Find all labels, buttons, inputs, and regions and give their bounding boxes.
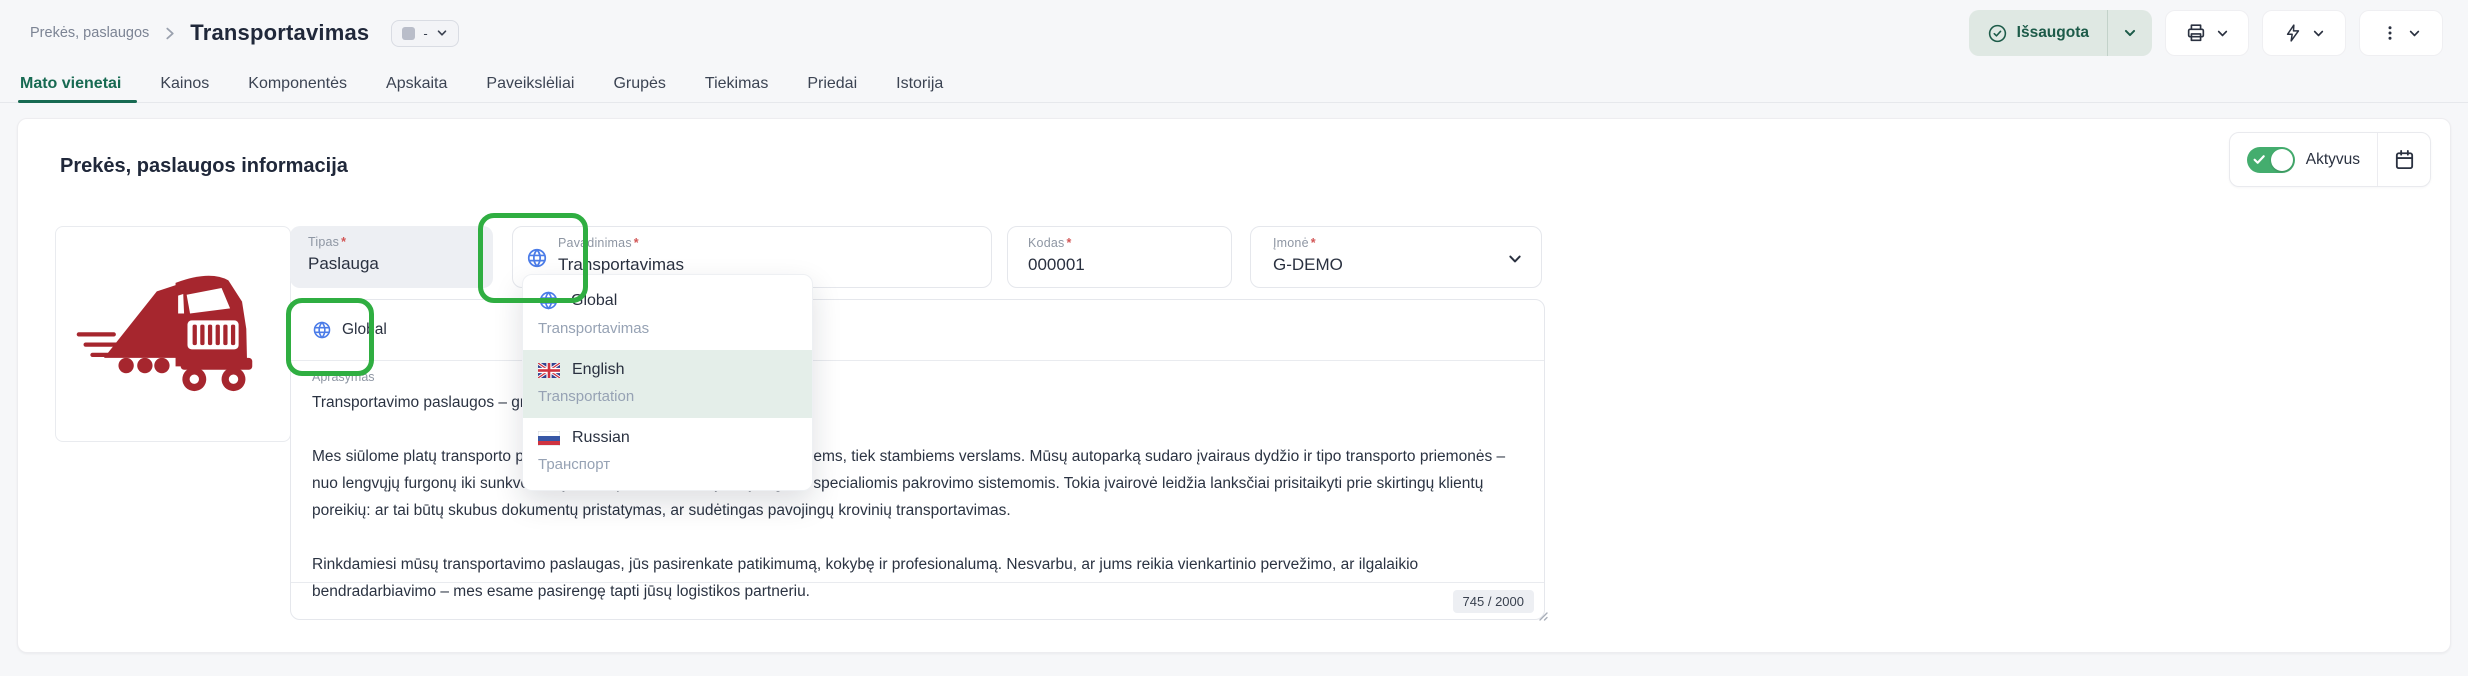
active-toggle-label: Aktyvus [2306, 151, 2360, 169]
company-field-value: G-DEMO [1273, 255, 1343, 275]
printer-icon [2185, 22, 2207, 44]
variant-swatch-icon [402, 27, 415, 40]
tab-priedai[interactable]: Priedai [807, 66, 857, 102]
calendar-icon [2393, 148, 2416, 171]
language-option-english[interactable]: English Transportation [523, 350, 812, 418]
activity-schedule-button[interactable] [2378, 133, 2430, 186]
chevron-down-icon [1507, 251, 1523, 267]
top-bar: Prekės, paslaugos Transportavimas - Išsa… [0, 0, 2468, 66]
company-select[interactable]: Įmonė* G-DEMO [1250, 226, 1542, 288]
saved-split-button[interactable]: Išsaugota [1969, 10, 2152, 56]
lightning-icon [2283, 23, 2303, 43]
language-name: Global [571, 292, 617, 310]
tab-kainos[interactable]: Kainos [160, 66, 209, 102]
description-textarea[interactable]: Aprašymas Transportavimo paslaugos – gre… [291, 361, 1544, 605]
language-name: English [572, 361, 624, 379]
variant-value: - [423, 26, 427, 41]
saved-button-caret[interactable] [2108, 10, 2152, 56]
chevron-down-icon [2123, 26, 2137, 40]
language-option-russian[interactable]: Russian Транспорт [523, 418, 812, 486]
language-option-global[interactable]: Global Transportavimas [523, 279, 812, 350]
red-truck-illustration [75, 257, 271, 411]
description-paragraph: Transportavimo paslaugos – greitas ir sa… [312, 389, 1523, 416]
description-text: Transportavimo paslaugos – greitas ir sa… [312, 389, 1523, 605]
tab-paveiksleliai[interactable]: Paveikslėliai [486, 66, 574, 102]
resize-handle[interactable] [1535, 608, 1548, 621]
type-field-value: Paslauga [308, 254, 379, 274]
tab-apskaita[interactable]: Apskaita [386, 66, 447, 102]
variant-selector[interactable]: - [391, 20, 458, 47]
required-mark: * [634, 236, 639, 250]
description-section: Global Aprašymas Transportavimo paslaugo… [290, 299, 1545, 620]
flag-uk-icon [538, 363, 560, 378]
print-button[interactable] [2165, 10, 2249, 56]
card-title: Prekės, paslaugos informacija [60, 155, 348, 178]
product-info-card: Prekės, paslaugos informacija Aktyvus [17, 118, 2451, 653]
active-toggle-group[interactable]: Aktyvus [2230, 133, 2377, 186]
description-paragraph: Mes siūlome platų transporto priemonių p… [312, 443, 1523, 524]
chevron-down-icon [2216, 27, 2229, 40]
saved-button-label: Išsaugota [2017, 24, 2089, 42]
globe-icon [538, 290, 559, 311]
code-field-label: Kodas [1028, 236, 1064, 250]
actions-button[interactable] [2262, 10, 2346, 56]
code-field-value: 000001 [1028, 255, 1085, 275]
chevron-down-icon [2408, 27, 2421, 40]
active-status-control: Aktyvus [2229, 132, 2431, 187]
tab-mato-vienetai[interactable]: Mato vienetai [20, 66, 121, 102]
toggle-knob [2271, 149, 2293, 171]
code-field[interactable]: Kodas* 000001 [1007, 226, 1232, 288]
tab-bar: Mato vienetai Kainos Komponentės Apskait… [0, 66, 2468, 103]
product-image [55, 226, 291, 442]
description-language-label: Global [342, 321, 387, 339]
breadcrumb-parent-link[interactable]: Prekės, paslaugos [30, 25, 149, 41]
language-translation: Transportation [538, 388, 797, 405]
description-language-button[interactable]: Global [291, 300, 1544, 361]
language-translation: Transportavimas [538, 320, 797, 337]
kebab-menu-icon [2381, 24, 2399, 42]
required-mark: * [1311, 236, 1316, 250]
description-footer: 745 / 2000 [291, 582, 1544, 619]
tab-tiekimas[interactable]: Tiekimas [705, 66, 768, 102]
name-field-label: Pavadinimas [558, 236, 632, 250]
language-translation: Транспорт [538, 456, 797, 473]
active-toggle[interactable] [2247, 147, 2295, 173]
required-mark: * [341, 235, 346, 249]
language-name: Russian [572, 429, 630, 447]
type-field[interactable]: Tipas* Paslauga [290, 226, 493, 288]
tab-grupes[interactable]: Grupės [613, 66, 665, 102]
page-title: Transportavimas [190, 20, 369, 46]
company-field-label: Įmonė [1273, 236, 1309, 250]
tab-komponentes[interactable]: Komponentės [248, 66, 347, 102]
description-label: Aprašymas [312, 370, 1523, 384]
more-menu-button[interactable] [2359, 10, 2443, 56]
character-counter: 745 / 2000 [1453, 590, 1534, 613]
check-icon [2253, 153, 2266, 166]
type-field-label: Tipas [308, 235, 339, 249]
breadcrumb: Prekės, paslaugos Transportavimas - [30, 0, 459, 66]
header-actions: Išsaugota [1969, 10, 2443, 56]
required-mark: * [1066, 236, 1071, 250]
flag-ru-icon [538, 431, 560, 446]
chevron-down-icon [2312, 27, 2325, 40]
globe-icon [526, 247, 548, 269]
globe-icon [312, 320, 332, 340]
name-field-value: Transportavimas [558, 255, 684, 275]
chevron-down-icon [436, 27, 448, 39]
language-dropdown: Global Transportavimas English Transport… [522, 274, 813, 491]
tab-istorija[interactable]: Istorija [896, 66, 943, 102]
breadcrumb-chevron-icon [163, 27, 176, 40]
check-circle-icon [1987, 23, 2008, 44]
